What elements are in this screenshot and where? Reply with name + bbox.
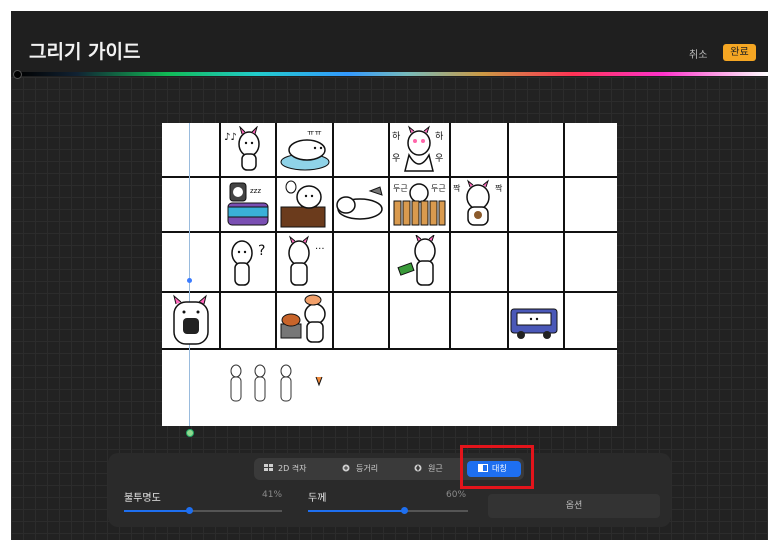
svg-text:우: 우	[435, 153, 443, 164]
tab-symmetry[interactable]: 대칭	[467, 461, 521, 477]
sheet-line	[332, 123, 334, 349]
alpaca-sleeping-bed-sticker: zzz	[227, 182, 269, 226]
svg-text:ㅠㅠ: ㅠㅠ	[307, 128, 322, 137]
opacity-label: 불투명도	[124, 493, 161, 504]
symmetry-axis-line[interactable]	[189, 123, 190, 426]
done-button[interactable]: 완료	[723, 44, 756, 61]
drawing-guide-screen: 그리기 가이드 취소 완료 ♪♪ ㅠㅠ 하 하 우 우 zzz 두근 두근 짝 …	[11, 11, 768, 540]
sheet-line	[563, 123, 565, 349]
svg-text:짝: 짝	[495, 183, 503, 193]
sheet-line	[162, 176, 617, 178]
svg-text:짝: 짝	[453, 183, 461, 193]
alpaca-shouting-sticker	[173, 294, 209, 345]
alpaca-hahaha-sticker: 하 하 우 우	[392, 125, 444, 172]
tab-2d-grid[interactable]: 2D 격자	[264, 461, 322, 477]
thickness-label: 두께	[308, 493, 327, 504]
grid-icon	[264, 462, 274, 471]
sheet-line	[449, 123, 451, 349]
opacity-value: 41%	[262, 490, 283, 500]
options-button[interactable]: 옵션	[488, 494, 660, 518]
alpaca-money-sticker	[397, 235, 436, 286]
sheet-line	[219, 123, 221, 349]
symmetry-bottom-handle[interactable]	[186, 429, 194, 437]
tab-isometric[interactable]: 등거리	[342, 461, 392, 477]
svg-text:우: 우	[392, 153, 400, 164]
sheet-line	[162, 231, 617, 233]
guide-type-tabs: 2D 격자 등거리 원근 대칭	[254, 458, 524, 480]
alpaca-fence-sticker: 두근 두근	[393, 183, 446, 226]
color-slider-knob[interactable]	[13, 70, 22, 79]
alpaca-dancing-sticker: ♪♪	[224, 126, 260, 171]
opacity-slider[interactable]	[124, 507, 282, 514]
thickness-slider-knob[interactable]	[401, 507, 408, 514]
tab-label: 2D 격자	[278, 464, 307, 473]
alpaca-chef-sticker	[280, 294, 326, 343]
guide-color-slider[interactable]	[17, 72, 768, 76]
thickness-value: 60%	[446, 490, 467, 500]
thickness-slider[interactable]	[308, 507, 468, 514]
svg-text:하: 하	[392, 131, 401, 142]
sheet-line	[388, 123, 390, 349]
alpaca-desk-sticker	[280, 180, 326, 228]
tab-label: 등거리	[356, 464, 379, 473]
tab-label: 대칭	[492, 464, 507, 473]
alpaca-crying-bath-sticker: ㅠㅠ	[280, 128, 330, 171]
perspective-icon	[414, 462, 424, 472]
alpaca-ellipsis-sticker: ...	[288, 235, 325, 286]
opacity-slider-knob[interactable]	[185, 507, 193, 514]
opacity-slider-fill	[124, 510, 189, 512]
symmetry-icon	[478, 462, 488, 472]
svg-text:♪♪: ♪♪	[224, 132, 237, 143]
drawing-canvas[interactable]: ♪♪ ㅠㅠ 하 하 우 우 zzz 두근 두근 짝 짝 ? ...	[162, 123, 617, 426]
isometric-icon	[342, 462, 352, 472]
svg-text:zzz: zzz	[250, 187, 261, 195]
alpaca-sketch-trio-sticker	[230, 364, 323, 402]
svg-text:?: ?	[258, 243, 265, 259]
tab-label: 원근	[428, 464, 443, 473]
alpaca-bus-sticker	[510, 308, 558, 339]
svg-text:...: ...	[315, 241, 325, 252]
page-title: 그리기 가이드	[29, 41, 141, 63]
svg-text:두근: 두근	[393, 184, 408, 193]
sheet-line	[162, 291, 617, 293]
sheet-line	[162, 348, 617, 350]
svg-text:하: 하	[435, 131, 444, 142]
symmetry-top-handle[interactable]	[187, 278, 192, 283]
cancel-button[interactable]: 취소	[689, 46, 707, 61]
alpaca-clapping-sticker: 짝 짝	[453, 179, 503, 226]
thickness-slider-fill	[308, 510, 404, 512]
alpaca-question-sticker: ?	[231, 240, 265, 286]
guide-settings-panel: 2D 격자 등거리 원근 대칭 불투명도 41% 두께 60% 옵션	[108, 453, 671, 527]
alpaca-lying-sticker	[336, 186, 383, 220]
tab-perspective[interactable]: 원근	[414, 461, 456, 477]
svg-text:두근: 두근	[431, 184, 446, 193]
